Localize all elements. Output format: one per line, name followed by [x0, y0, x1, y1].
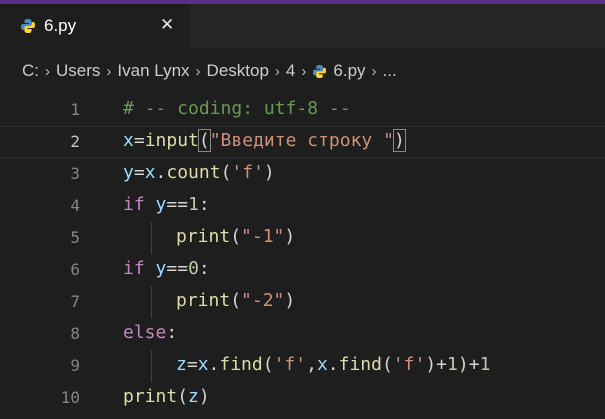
line-number: 6 [70, 260, 80, 279]
code-text: if y==1: [123, 194, 210, 215]
indent-guide [151, 286, 152, 318]
code-text: else: [123, 322, 178, 343]
code-editor[interactable]: 1 # -- coding: utf-8 -- 2 x=input("Введи… [0, 94, 605, 419]
code-line[interactable]: 1 # -- coding: utf-8 -- [0, 94, 605, 126]
code-line[interactable]: 3 y=x.count('f') [0, 158, 605, 190]
code-text: print("-1") [176, 226, 296, 247]
line-number: 9 [70, 356, 80, 375]
breadcrumb-separator-icon: › [195, 62, 201, 80]
code-text: # -- coding: utf-8 -- [123, 98, 351, 119]
breadcrumb: C: › Users › Ivan Lynx › Desktop › 4 › 6… [0, 48, 605, 94]
code-line-active[interactable]: 2 x=input("Введите строку ") [0, 126, 605, 158]
breadcrumb-item-symbols[interactable]: ... [383, 61, 397, 81]
code-text: if y==0: [123, 258, 210, 279]
code-text: print("-2") [176, 290, 296, 311]
code-line[interactable]: 8 else: [0, 318, 605, 350]
code-text: print(z) [123, 386, 210, 407]
close-icon[interactable]: ✕ [160, 16, 174, 34]
line-number: 10 [60, 388, 80, 407]
breadcrumb-separator-icon: › [371, 62, 377, 80]
code-line[interactable]: 5 print("-1") [0, 222, 605, 254]
breadcrumb-separator-icon: › [274, 62, 280, 80]
breadcrumb-separator-icon: › [106, 62, 112, 80]
tab-6py[interactable]: 6.py ✕ [0, 4, 190, 48]
indent-guide [151, 350, 152, 382]
breadcrumb-separator-icon: › [301, 62, 307, 80]
code-line[interactable]: 7 print("-2") [0, 286, 605, 318]
indent-guide [151, 222, 152, 254]
breadcrumb-separator-icon: › [45, 62, 50, 80]
breadcrumb-item-user[interactable]: Ivan Lynx [117, 61, 189, 81]
breadcrumb-item-drive[interactable]: C: [22, 61, 39, 81]
code-text: y=x.count('f') [123, 162, 275, 183]
code-line[interactable]: 6 if y==0: [0, 254, 605, 286]
line-number: 8 [70, 324, 80, 343]
tab-bar: 6.py ✕ [0, 4, 605, 48]
line-number: 4 [70, 196, 80, 215]
breadcrumb-item-file[interactable]: 6.py [333, 61, 365, 81]
line-number: 1 [70, 100, 80, 119]
python-file-icon [21, 19, 35, 33]
breadcrumb-item-users[interactable]: Users [56, 61, 100, 81]
line-number: 2 [70, 132, 80, 151]
code-text: x=input("Введите строку ") [123, 129, 406, 152]
code-text: z=x.find('f',x.find('f')+1)+1 [176, 354, 491, 375]
code-line[interactable]: 9 z=x.find('f',x.find('f')+1)+1 [0, 350, 605, 382]
line-number: 7 [70, 292, 80, 311]
breadcrumb-item-folder[interactable]: 4 [286, 61, 295, 81]
line-number: 3 [70, 164, 80, 183]
code-line[interactable]: 4 if y==1: [0, 190, 605, 222]
tab-label: 6.py [44, 16, 77, 35]
python-file-icon [313, 64, 327, 78]
breadcrumb-item-desktop[interactable]: Desktop [207, 61, 269, 81]
code-line[interactable]: 10 print(z) [0, 382, 605, 414]
line-number: 5 [70, 228, 80, 247]
